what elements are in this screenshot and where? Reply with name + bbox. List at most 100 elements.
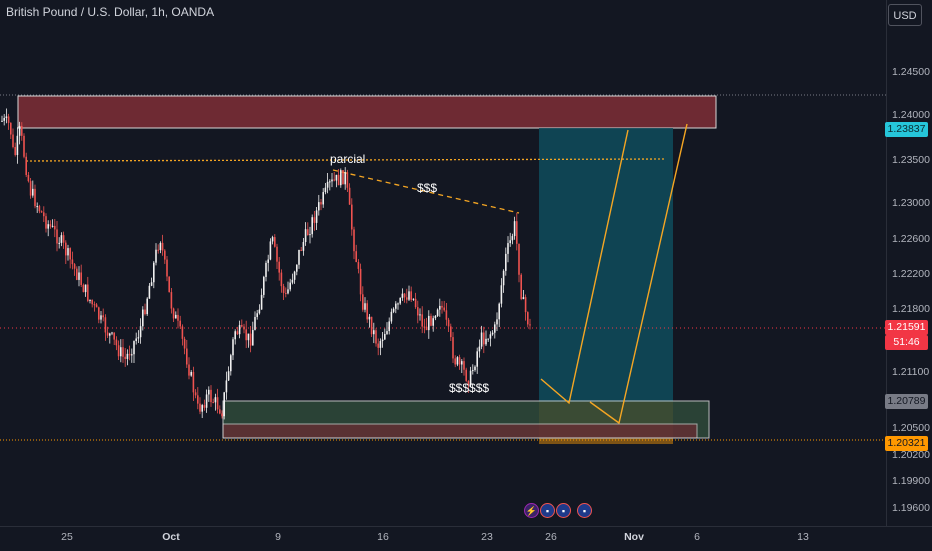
candle-body [128, 353, 131, 356]
candle-body [157, 249, 159, 251]
candle-body [192, 371, 195, 393]
liquidity-top-label[interactable]: $$$ [417, 181, 437, 195]
candle-body [513, 221, 516, 237]
candle-body [498, 303, 500, 320]
candle-body [454, 358, 456, 365]
candle-body [236, 331, 239, 335]
candle-body [186, 348, 188, 365]
candle-body [172, 308, 175, 319]
time-label: 9 [275, 531, 281, 543]
candle-body [441, 305, 443, 308]
candle-body [249, 333, 252, 346]
candle-body [285, 292, 287, 294]
us-flag-event-icon[interactable]: ▪ [540, 503, 555, 518]
candle-body [221, 413, 223, 417]
candle-body [144, 309, 146, 315]
candle-body [12, 134, 14, 148]
candle-body [337, 174, 340, 186]
candle-body [93, 304, 96, 306]
candle-body [406, 297, 408, 300]
candle-body [491, 332, 494, 335]
us-flag-event-icon[interactable]: ▪ [577, 503, 592, 518]
candle-body [507, 243, 509, 254]
candle-body [465, 369, 467, 381]
time-axis[interactable] [0, 526, 932, 551]
lightning-event-icon[interactable]: ⚡ [524, 503, 539, 518]
candle-body [225, 380, 228, 393]
candle-body [494, 324, 496, 333]
candle-body [309, 234, 311, 236]
candle-body [258, 309, 261, 314]
candle-body [500, 285, 503, 304]
candle-body [29, 181, 32, 196]
candle-body [69, 248, 71, 260]
candle-body [304, 229, 307, 243]
candle-body [359, 268, 362, 295]
candle-body [496, 319, 498, 325]
candle-body [82, 284, 85, 293]
candle-body [252, 329, 254, 346]
candle-body [302, 242, 305, 251]
candle-body [208, 389, 210, 395]
candle-body [98, 307, 100, 320]
candle-body [205, 394, 208, 408]
candle-body [216, 397, 219, 410]
candle-body [25, 156, 27, 175]
price-label: 1.22600 [892, 233, 930, 245]
candle-body [23, 135, 25, 157]
candle-body [113, 332, 115, 340]
candle-body [401, 293, 404, 298]
candle-body [313, 217, 316, 223]
candle-body [502, 270, 505, 286]
candle-body [234, 331, 236, 340]
price-label: 1.19900 [892, 475, 930, 487]
candle-body [366, 303, 368, 320]
candle-body [104, 317, 107, 333]
candle-body [529, 324, 531, 326]
liquidity-bottom-label[interactable]: $$$$$$ [449, 381, 489, 395]
candle-body [164, 250, 166, 260]
candle-body [307, 229, 309, 236]
supply-zone[interactable] [17, 95, 717, 129]
price-label: 1.21100 [892, 366, 930, 378]
price-label: 1.21800 [892, 303, 930, 315]
candle-body [247, 333, 250, 341]
candle-body [115, 339, 118, 346]
entry-price-tag: 1.20789 [885, 394, 928, 409]
partial-label[interactable]: parcial [330, 152, 365, 166]
candle-body [456, 357, 459, 365]
candle-body [388, 321, 390, 332]
candle-body [175, 314, 177, 319]
candle-body [474, 366, 476, 371]
candle-body [54, 225, 56, 230]
candle-body [27, 174, 30, 182]
candle-body [14, 147, 16, 155]
candle-body [170, 292, 173, 309]
candle-body [254, 316, 256, 330]
candle-body [265, 262, 267, 277]
target-price-tag: 1.23837 [885, 122, 928, 137]
us-flag-event-icon[interactable]: ▪ [556, 503, 571, 518]
candle-body [423, 326, 426, 328]
inner-demand-zone[interactable] [222, 423, 698, 439]
candle-body [463, 361, 465, 370]
time-label: Nov [624, 531, 644, 543]
candle-body [100, 315, 102, 320]
candle-body [166, 259, 168, 277]
candle-body [419, 314, 421, 316]
candle-body [399, 297, 401, 304]
candle-body [487, 338, 489, 340]
candle-body [511, 236, 514, 241]
candle-body [194, 392, 197, 396]
candle-body [324, 187, 327, 193]
candle-body [450, 326, 452, 338]
candle-body [51, 225, 54, 227]
candle-body [89, 299, 91, 301]
symbol-title[interactable]: British Pound / U.S. Dollar, 1h, OANDA [6, 5, 214, 19]
price-chart[interactable] [0, 0, 932, 550]
candle-body [124, 356, 126, 359]
time-label: 13 [797, 531, 809, 543]
candle-body [274, 237, 276, 247]
stop-price-tag: 1.20321 [885, 436, 928, 451]
long-position-profit-zone[interactable] [539, 128, 673, 402]
